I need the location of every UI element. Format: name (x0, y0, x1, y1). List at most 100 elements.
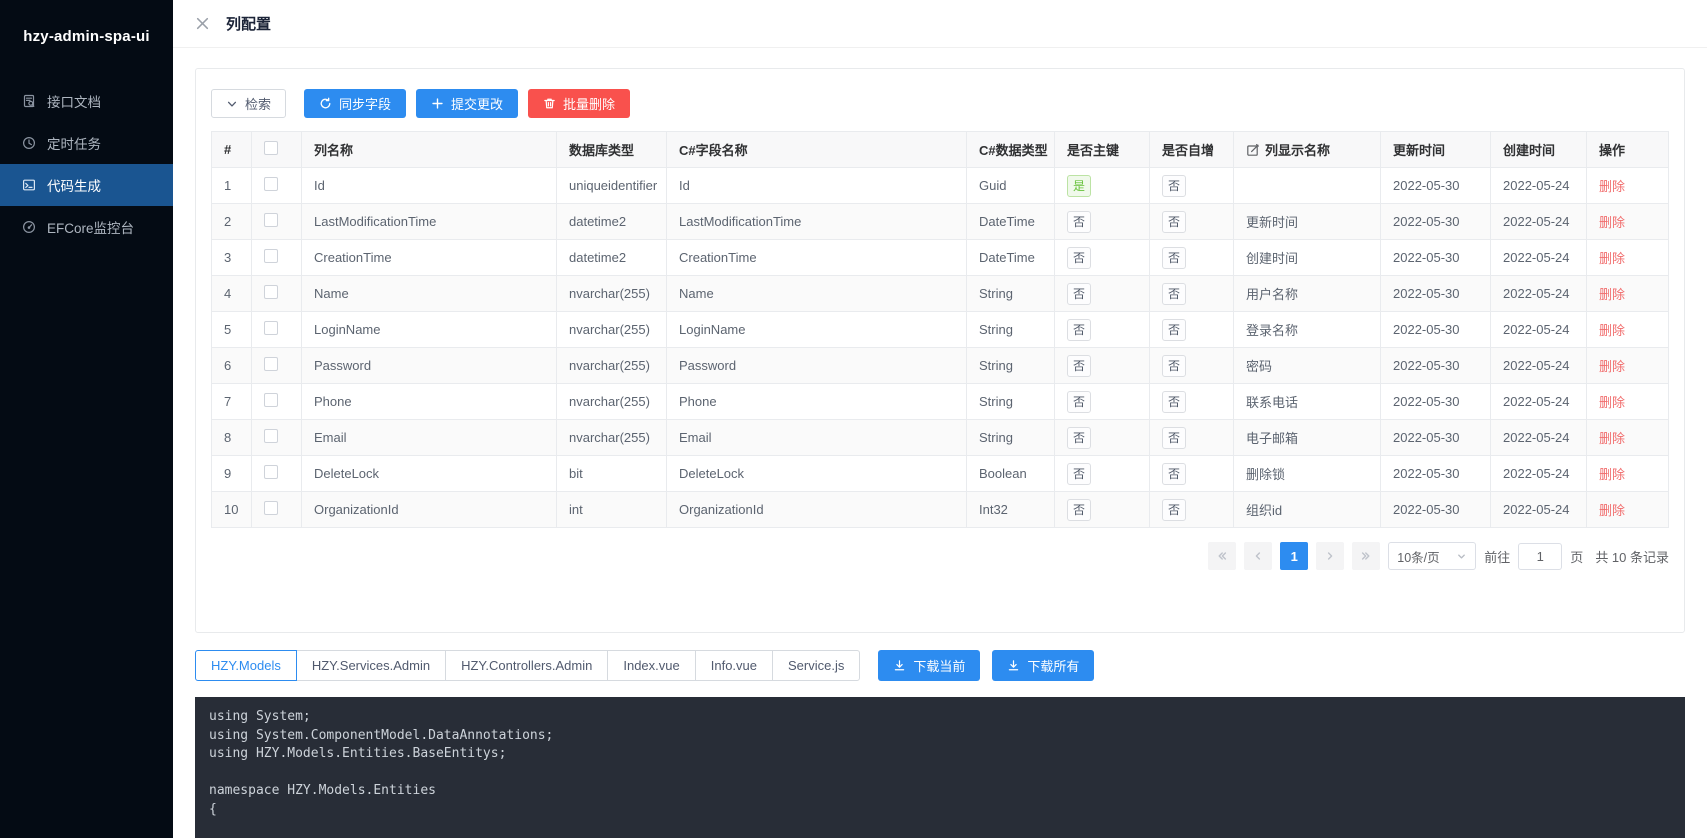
page-size-select[interactable]: 10条/页 (1388, 542, 1476, 570)
code-tab-index-vue[interactable]: Index.vue (607, 650, 695, 681)
cell-column-name: Phone (302, 384, 557, 420)
tag-no: 否 (1162, 463, 1186, 485)
column-header-content: 列显示名称 (1246, 140, 1368, 159)
column-config-card: 检索 同步字段 提交更改 (195, 68, 1685, 633)
row-checkbox[interactable] (264, 429, 278, 443)
cell-cs-data-type: String (967, 312, 1055, 348)
first-page-button[interactable] (1208, 542, 1236, 570)
cell-is-primary-key: 否 (1055, 312, 1150, 348)
row-checkbox[interactable] (264, 465, 278, 479)
delete-link[interactable]: 删除 (1599, 179, 1625, 194)
select-all-checkbox[interactable] (264, 141, 278, 155)
submit-changes-button[interactable]: 提交更改 (416, 89, 518, 118)
cell-checkbox (252, 348, 302, 384)
cell-update-time: 2022-05-30 (1381, 384, 1491, 420)
sidebar-item-code-gen[interactable]: 代码生成 (0, 164, 173, 206)
tag-no: 否 (1067, 319, 1091, 341)
code-tab-hzy-services-admin[interactable]: HZY.Services.Admin (296, 650, 446, 681)
page-number-button[interactable]: 1 (1280, 542, 1308, 570)
cell-cs-data-type: String (967, 420, 1055, 456)
total-records-label: 共 10 条记录 (1595, 547, 1669, 566)
search-button-label: 检索 (245, 94, 271, 113)
delete-link[interactable]: 删除 (1599, 215, 1625, 230)
search-toggle-button[interactable]: 检索 (211, 89, 286, 118)
row-checkbox[interactable] (264, 249, 278, 263)
cell-is-primary-key: 否 (1055, 240, 1150, 276)
cell-cs-data-type: Guid (967, 168, 1055, 204)
cell-create-time: 2022-05-24 (1491, 240, 1587, 276)
cell-is-primary-key: 否 (1055, 420, 1150, 456)
api-doc-icon (22, 94, 37, 109)
table-row: 9DeleteLockbitDeleteLockBoolean否否删除锁2022… (212, 456, 1669, 492)
cell-column-name: LoginName (302, 312, 557, 348)
tag-no: 否 (1067, 247, 1091, 269)
sidebar-item-api-docs[interactable]: 接口文档 (0, 80, 173, 122)
row-checkbox[interactable] (264, 501, 278, 515)
delete-link[interactable]: 删除 (1599, 503, 1625, 518)
close-icon[interactable] (195, 16, 210, 31)
cell-column-name: DeleteLock (302, 456, 557, 492)
code-tabs: HZY.ModelsHZY.Services.AdminHZY.Controll… (195, 650, 860, 681)
delete-link[interactable]: 删除 (1599, 287, 1625, 302)
cell-cs-data-type: String (967, 348, 1055, 384)
cell-checkbox (252, 240, 302, 276)
table-row: 4Namenvarchar(255)NameString否否用户名称2022-0… (212, 276, 1669, 312)
cell-checkbox (252, 312, 302, 348)
cell-cs-field-name: OrganizationId (667, 492, 967, 528)
row-checkbox[interactable] (264, 213, 278, 227)
cell-is-primary-key: 否 (1055, 456, 1150, 492)
goto-page-input[interactable] (1518, 543, 1562, 570)
cell-is-primary-key: 否 (1055, 204, 1150, 240)
tag-no: 否 (1162, 319, 1186, 341)
cell-cs-field-name: Email (667, 420, 967, 456)
code-line: using System.ComponentModel.DataAnnotati… (209, 727, 1671, 746)
cell-display-name: 密码 (1234, 348, 1381, 384)
sidebar-item-cron-tasks[interactable]: 定时任务 (0, 122, 173, 164)
sync-fields-button[interactable]: 同步字段 (304, 89, 406, 118)
code-tab-hzy-controllers-admin[interactable]: HZY.Controllers.Admin (445, 650, 608, 681)
cell-column-name: LastModificationTime (302, 204, 557, 240)
cell-cs-field-name: Id (667, 168, 967, 204)
row-checkbox[interactable] (264, 177, 278, 191)
cell-display-name: 联系电话 (1234, 384, 1381, 420)
row-checkbox[interactable] (264, 321, 278, 335)
sidebar-item-label: 定时任务 (47, 133, 101, 153)
delete-link[interactable]: 删除 (1599, 251, 1625, 266)
last-page-button[interactable] (1352, 542, 1380, 570)
tag-no: 否 (1162, 175, 1186, 197)
table-row: 7Phonenvarchar(255)PhoneString否否联系电话2022… (212, 384, 1669, 420)
column-header: 创建时间 (1491, 132, 1587, 168)
delete-link[interactable]: 删除 (1599, 323, 1625, 338)
row-checkbox[interactable] (264, 357, 278, 371)
tag-no: 否 (1162, 283, 1186, 305)
delete-link[interactable]: 删除 (1599, 467, 1625, 482)
delete-link[interactable]: 删除 (1599, 431, 1625, 446)
code-tab-hzy-models[interactable]: HZY.Models (195, 650, 297, 681)
tag-no: 否 (1162, 391, 1186, 413)
row-checkbox[interactable] (264, 285, 278, 299)
delete-link[interactable]: 删除 (1599, 395, 1625, 410)
code-tab-service-js[interactable]: Service.js (772, 650, 860, 681)
cell-is-primary-key: 否 (1055, 384, 1150, 420)
cell-actions: 删除 (1587, 492, 1669, 528)
row-checkbox[interactable] (264, 393, 278, 407)
delete-link[interactable]: 删除 (1599, 359, 1625, 374)
code-tab-info-vue[interactable]: Info.vue (695, 650, 773, 681)
sidebar-item-label: 代码生成 (47, 175, 101, 195)
cell-column-name: Password (302, 348, 557, 384)
cell-display-name: 更新时间 (1234, 204, 1381, 240)
download-current-button[interactable]: 下载当前 (878, 650, 980, 681)
batch-delete-button[interactable]: 批量删除 (528, 89, 630, 118)
cell-index: 10 (212, 492, 252, 528)
column-header: C#数据类型 (967, 132, 1055, 168)
next-page-button[interactable] (1316, 542, 1344, 570)
cell-display-name: 创建时间 (1234, 240, 1381, 276)
prev-page-button[interactable] (1244, 542, 1272, 570)
cell-create-time: 2022-05-24 (1491, 168, 1587, 204)
tag-no: 否 (1067, 427, 1091, 449)
cell-db-type: nvarchar(255) (557, 348, 667, 384)
download-all-button[interactable]: 下载所有 (992, 650, 1094, 681)
sidebar-menu: 接口文档定时任务代码生成 EFCore监控台 (0, 72, 173, 248)
column-header: 列名称 (302, 132, 557, 168)
sidebar-item-efcore-monitor[interactable]: EFCore监控台 (0, 206, 173, 248)
